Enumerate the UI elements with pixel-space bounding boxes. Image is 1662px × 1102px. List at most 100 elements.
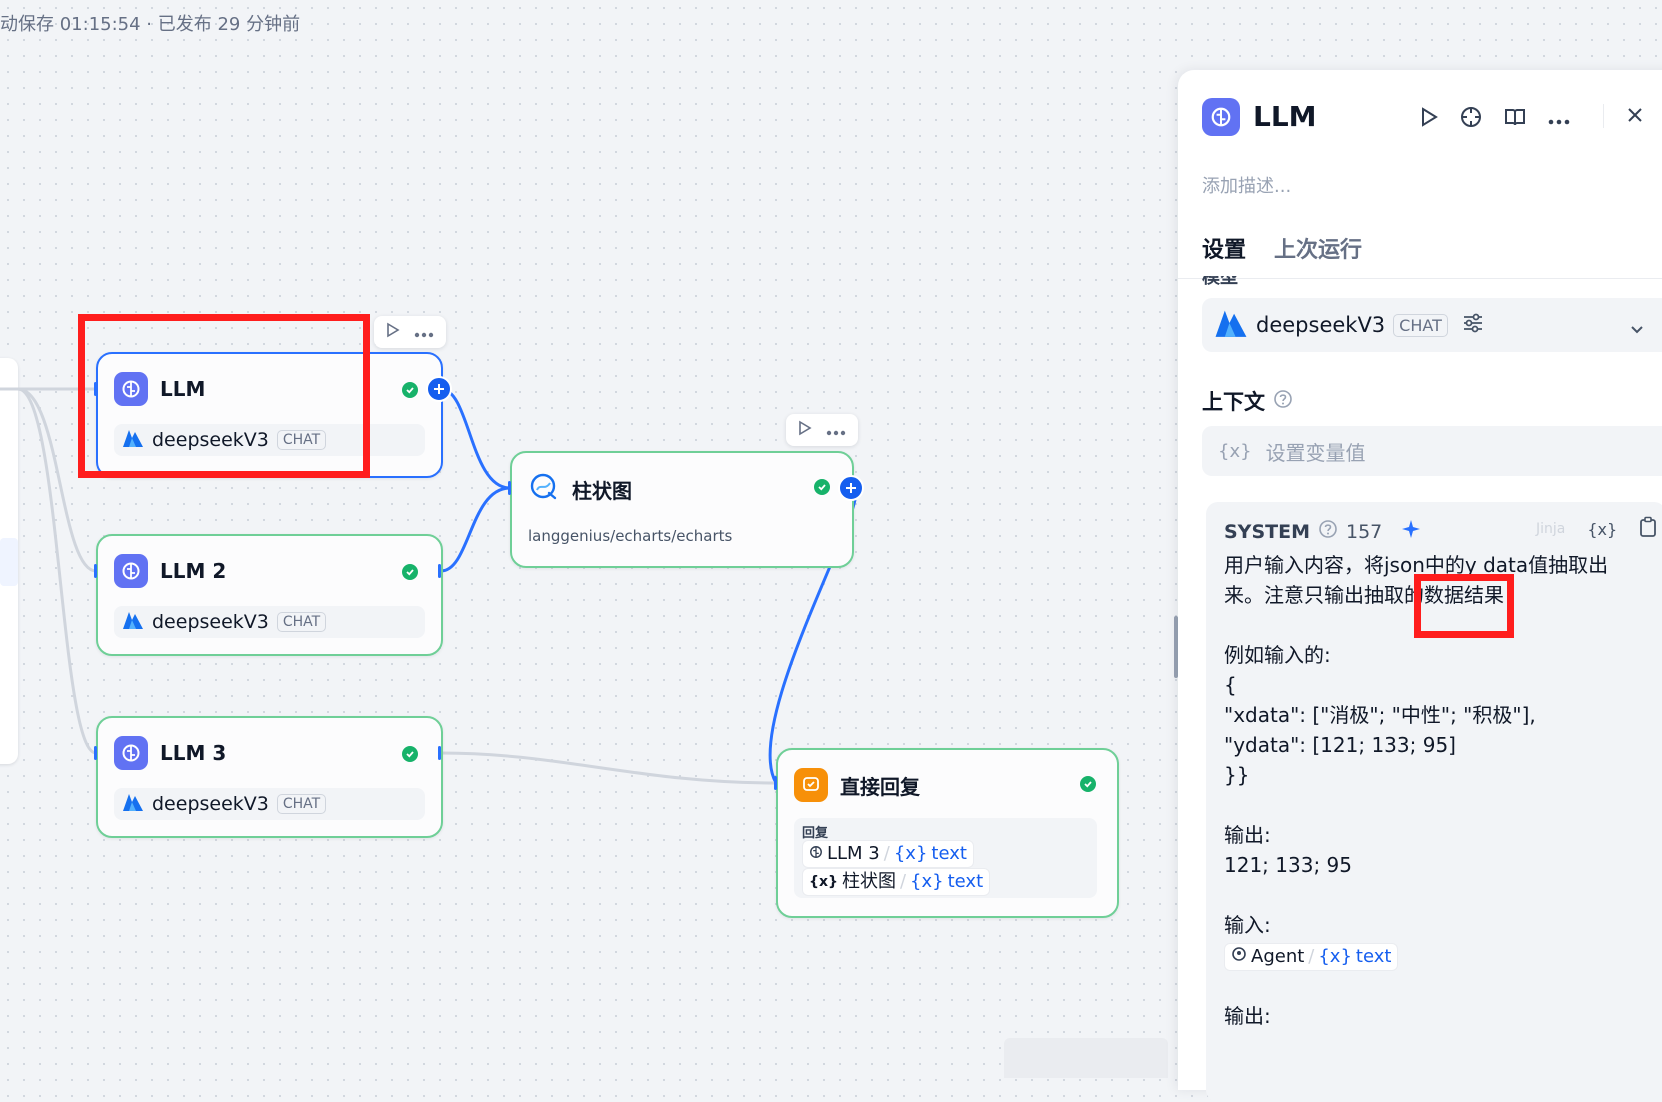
mode-badge: CHAT (1393, 313, 1448, 337)
prompt-tools: Jinja {x} (1536, 516, 1662, 542)
input-handle[interactable] (508, 481, 511, 495)
var-name: text (947, 871, 984, 892)
success-check-icon (402, 564, 418, 580)
success-check-icon (402, 746, 418, 762)
var-source: Agent (1251, 946, 1305, 967)
variable-icon: {x} (1318, 946, 1352, 967)
highlight-box (1414, 574, 1514, 638)
model-name: deepseekV3 (152, 611, 269, 633)
input-handle[interactable] (774, 776, 777, 790)
reply-var-row: {x} 柱状图 / {x} text (802, 868, 991, 896)
context-variable-input[interactable]: {x} 设置变量值 (1202, 426, 1662, 476)
edge-llm-chart (439, 387, 512, 490)
highlight-box (78, 314, 370, 478)
minimap[interactable] (1004, 1038, 1168, 1078)
llm-brain-icon (809, 841, 823, 867)
jinja-toggle[interactable]: Jinja (1536, 521, 1565, 537)
node-title: 柱状图 (572, 478, 632, 503)
model-row: deepseekV3 CHAT (114, 788, 425, 820)
output-handle[interactable] (438, 564, 441, 578)
prompt-line: 输出: (1224, 1004, 1271, 1028)
var-source: LLM 3 (827, 843, 880, 864)
llm-brain-icon (114, 554, 148, 588)
llm3-node[interactable]: LLM 3 deepseekV3 CHAT (96, 716, 443, 838)
chevron-down-icon[interactable] (1630, 316, 1644, 340)
edge-llm3-reply (439, 751, 778, 785)
variable-icon: {x} (1218, 440, 1252, 462)
sparkle-icon[interactable] (1400, 518, 1422, 545)
deepseek-logo-icon (1214, 307, 1248, 344)
direct-reply-node[interactable]: 直接回复 回复 LLM 3 / {x} text {x} 柱状图 / {x} t… (776, 748, 1119, 918)
prompt-line: 输入: (1224, 913, 1271, 937)
more-icon[interactable] (414, 323, 434, 342)
model-section-label: 模型 (1202, 276, 1238, 288)
node-title: LLM 2 (160, 559, 227, 583)
settings-sliders-icon[interactable] (1462, 313, 1484, 338)
chart-plugin-icon (528, 471, 560, 507)
crosshair-icon[interactable] (1460, 106, 1482, 132)
divider (1603, 104, 1604, 128)
reply-var-row: LLM 3 / {x} text (802, 840, 974, 868)
context-label-row: 上下文 (1202, 386, 1293, 416)
add-next-node-button[interactable] (426, 376, 452, 402)
llm2-node[interactable]: LLM 2 deepseekV3 CHAT (96, 534, 443, 656)
model-name: deepseekV3 (152, 793, 269, 815)
llm-brain-icon (114, 736, 148, 770)
tab-settings[interactable]: 设置 (1202, 232, 1246, 274)
variable-icon: {x} (809, 874, 838, 890)
panel-tabs: 设置 上次运行 (1202, 232, 1362, 274)
close-icon[interactable] (1626, 106, 1644, 128)
prompt-line: }} (1224, 763, 1250, 787)
more-icon[interactable] (1548, 110, 1570, 129)
plugin-id: langgenius/echarts/echarts (528, 527, 733, 545)
output-handle[interactable] (438, 746, 441, 760)
reply-icon (794, 768, 828, 802)
edge-llm2-chart (439, 486, 512, 573)
help-icon[interactable] (1273, 389, 1293, 414)
book-icon[interactable] (1504, 107, 1526, 131)
prompt-line: 输出: (1224, 823, 1271, 847)
var-name: text (931, 843, 967, 864)
chart-node[interactable]: 柱状图 langgenius/echarts/echarts (510, 451, 854, 568)
llm-node-toolbar (374, 316, 446, 348)
prompt-line: "xdata": ["消极"; "中性"; "积极"], (1224, 703, 1536, 727)
run-icon[interactable] (386, 322, 400, 342)
variable-icon[interactable]: {x} (1587, 520, 1617, 539)
more-icon[interactable] (826, 421, 846, 440)
help-icon[interactable] (1318, 519, 1338, 544)
prompt-line: { (1224, 673, 1237, 697)
node-settings-panel: LLM 添加描述... 设置 上次运行 模型 deepseekV3 CHAT 上… (1178, 70, 1662, 1102)
autosave-status: 动保存 01:15:54 · 已发布 29 分钟前 (0, 14, 301, 35)
model-selector[interactable]: deepseekV3 CHAT (1202, 298, 1662, 352)
context-label: 上下文 (1202, 390, 1265, 414)
llm-brain-icon (1202, 98, 1240, 136)
prompt-line: 例如输入的: (1224, 643, 1331, 667)
variable-chip: {x} 柱状图 / {x} text (802, 868, 991, 896)
add-next-node-button[interactable] (838, 475, 864, 501)
token-count: 157 (1345, 520, 1383, 543)
var-name: text (1355, 946, 1392, 967)
variable-icon: {x} (910, 871, 944, 892)
panel-title[interactable]: LLM (1253, 100, 1317, 133)
success-check-icon (402, 382, 418, 398)
panel-actions (1420, 106, 1570, 132)
deepseek-logo-icon (122, 792, 144, 817)
input-handle[interactable] (94, 746, 97, 760)
mode-badge: CHAT (276, 612, 327, 632)
run-icon[interactable] (798, 420, 812, 440)
success-check-icon (814, 479, 830, 495)
node-title: LLM 3 (160, 741, 227, 765)
model-name: deepseekV3 (1256, 313, 1386, 337)
description-input[interactable]: 添加描述... (1202, 172, 1291, 198)
var-source: 柱状图 (841, 871, 896, 892)
deepseek-logo-icon (122, 610, 144, 635)
run-icon[interactable] (1420, 107, 1438, 131)
clipboard-icon[interactable] (1639, 516, 1657, 542)
node-title: 直接回复 (840, 774, 920, 799)
var-separator: / (883, 843, 890, 864)
mode-badge: CHAT (276, 794, 327, 814)
input-handle[interactable] (94, 564, 97, 578)
tab-last-run[interactable]: 上次运行 (1274, 232, 1362, 274)
variable-icon: {x} (893, 843, 928, 864)
start-node-partial[interactable] (0, 358, 18, 764)
